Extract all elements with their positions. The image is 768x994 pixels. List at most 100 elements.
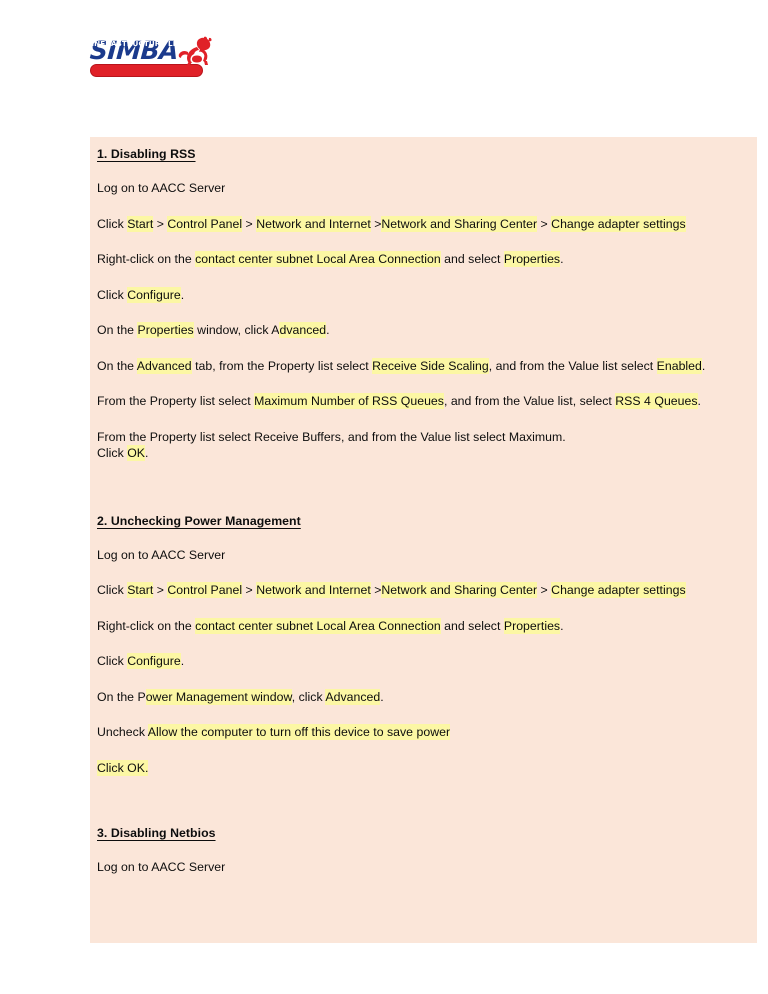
paragraph-s1-properties-window: On the Properties window, click Advanced… xyxy=(97,322,749,339)
logo-box: SIMBA INFRASTRUCTURE LIMITED xyxy=(89,36,212,82)
company-logo: SIMBA INFRASTRUCTURE LIMITED xyxy=(89,36,320,88)
plain-text: and select xyxy=(440,252,504,266)
plain-text: Right-click on the xyxy=(97,618,196,633)
plain-text: Log on to AACC Server xyxy=(97,860,226,874)
vertical-spacer xyxy=(97,197,749,216)
highlighted-text: Receive Side Scaling xyxy=(372,357,489,374)
highlighted-text: Control Panel xyxy=(167,215,243,232)
plain-text: > xyxy=(153,216,168,231)
paragraph-s1-logon: Log on to AACC Server xyxy=(97,180,749,197)
plain-text: Log on to AACC Server xyxy=(97,181,226,195)
highlighted-text: Network and Sharing Center xyxy=(381,215,538,232)
plain-text: and select xyxy=(440,618,504,633)
highlighted-text: Network and Internet xyxy=(256,215,371,232)
plain-text: . xyxy=(380,689,384,704)
highlighted-text: Click OK. xyxy=(97,759,149,776)
plain-text: Right-click on the xyxy=(97,252,196,266)
vertical-spacer xyxy=(97,232,749,251)
plain-text: From the Property list select xyxy=(97,394,255,408)
paragraph-s3-logon: Log on to AACC Server xyxy=(97,859,749,876)
paragraph-s1-rss-queues: From the Property list select Maximum Nu… xyxy=(97,393,749,410)
highlighted-text: Change adapter settings xyxy=(551,582,686,598)
highlighted-text: Change adapter settings xyxy=(551,215,686,232)
vertical-spacer xyxy=(97,776,749,826)
plain-text: , and from the Value list, select xyxy=(443,394,616,408)
vertical-spacer xyxy=(97,339,749,358)
vertical-spacer xyxy=(97,374,749,393)
plain-text: On the xyxy=(97,358,137,373)
vertical-spacer xyxy=(97,161,749,180)
plain-text: . xyxy=(326,323,330,337)
plain-text: > xyxy=(537,583,552,597)
section-heading: 1. Disabling RSS xyxy=(97,147,196,161)
section-heading: 2. Unchecking Power Management xyxy=(97,513,301,528)
vertical-spacer xyxy=(97,741,749,760)
highlighted-text: Enabled xyxy=(656,357,702,374)
paragraph-s1-receive-buffers: From the Property list select Receive Bu… xyxy=(97,429,749,462)
highlighted-text: OK xyxy=(127,445,145,461)
highlighted-text: Maximum Number of RSS Queues xyxy=(254,393,444,409)
highlighted-text: contact center subnet Local Area Connect… xyxy=(195,251,441,267)
paragraph-s1-rightclick: Right-click on the contact center subnet… xyxy=(97,251,749,268)
document-content-panel: 1. Disabling RSS Log on to AACC Server Cli… xyxy=(90,137,757,943)
plain-text: . xyxy=(560,618,564,633)
highlighted-text: Network and Sharing Center xyxy=(381,582,538,598)
highlighted-text: Network and Internet xyxy=(256,582,371,598)
plain-text: On the P xyxy=(97,689,146,704)
vertical-spacer xyxy=(97,705,749,724)
plain-text: Click xyxy=(97,287,128,302)
paragraph-s1-navigate: Click Start > Control Panel > Network an… xyxy=(97,215,749,233)
plain-text: . xyxy=(697,394,701,408)
paragraph-s2-navigate: Click Start > Control Panel > Network an… xyxy=(97,582,749,599)
paragraph-s1-advanced-tab: On the Advanced tab, from the Property l… xyxy=(97,357,749,375)
vertical-spacer xyxy=(97,303,749,322)
vertical-spacer xyxy=(97,410,749,429)
plain-text: . xyxy=(180,287,185,302)
highlighted-text: ower Management window xyxy=(145,688,292,705)
paragraph-s2-uncheck: Uncheck Allow the computer to turn off t… xyxy=(97,724,749,741)
vertical-spacer xyxy=(97,670,749,689)
highlighted-text: Start xyxy=(127,215,154,232)
plain-text: . xyxy=(145,446,149,460)
plain-text: > xyxy=(242,216,257,231)
plain-text: > xyxy=(242,583,257,597)
paragraph-s2-logon: Log on to AACC Server xyxy=(97,547,749,564)
highlighted-text: RSS 4 Queues xyxy=(615,393,698,409)
plain-text: > xyxy=(370,216,382,231)
lion-icon xyxy=(176,36,216,66)
plain-text: window, click A xyxy=(193,323,280,337)
plain-text: On the xyxy=(97,323,138,337)
plain-text: . xyxy=(701,358,706,373)
plain-text: Click xyxy=(97,583,128,597)
vertical-spacer xyxy=(97,528,749,547)
vertical-spacer xyxy=(97,634,749,653)
plain-text: > xyxy=(153,583,168,597)
highlighted-text: Start xyxy=(127,582,154,598)
highlighted-text: dvanced xyxy=(279,322,327,338)
document-body: 1. Disabling RSS Log on to AACC Server Cli… xyxy=(97,147,749,876)
paragraph-s2-configure: Click Configure. xyxy=(97,653,749,670)
plain-text: , and from the Value list select xyxy=(488,358,657,373)
plain-text: , click xyxy=(291,689,326,704)
highlighted-text: Configure xyxy=(127,286,181,303)
paragraph-s2-ok: Click OK. xyxy=(97,759,749,777)
vertical-spacer xyxy=(97,563,749,582)
paragraph-s2-power-window: On the Power Management window, click Ad… xyxy=(97,688,749,706)
section-heading: 3. Disabling Netbios xyxy=(97,826,216,840)
plain-text: Click xyxy=(97,216,128,231)
plain-text: Uncheck xyxy=(97,725,148,739)
highlighted-text: Properties xyxy=(503,617,561,634)
highlighted-text: Advanced xyxy=(325,688,381,705)
vertical-spacer xyxy=(97,840,749,859)
plain-text: Log on to AACC Server xyxy=(97,547,226,562)
highlighted-text: Properties xyxy=(137,322,194,338)
highlighted-text: Properties xyxy=(503,251,561,267)
paragraph-s1-configure: Click Configure. xyxy=(97,286,749,304)
highlighted-text: contact center subnet Local Area Connect… xyxy=(195,617,441,634)
plain-text: Click xyxy=(97,654,128,668)
vertical-spacer xyxy=(97,462,749,514)
vertical-spacer xyxy=(97,268,749,287)
plain-text: tab, from the Property list select xyxy=(191,358,373,373)
vertical-spacer xyxy=(97,599,749,618)
plain-text: . xyxy=(180,654,185,668)
